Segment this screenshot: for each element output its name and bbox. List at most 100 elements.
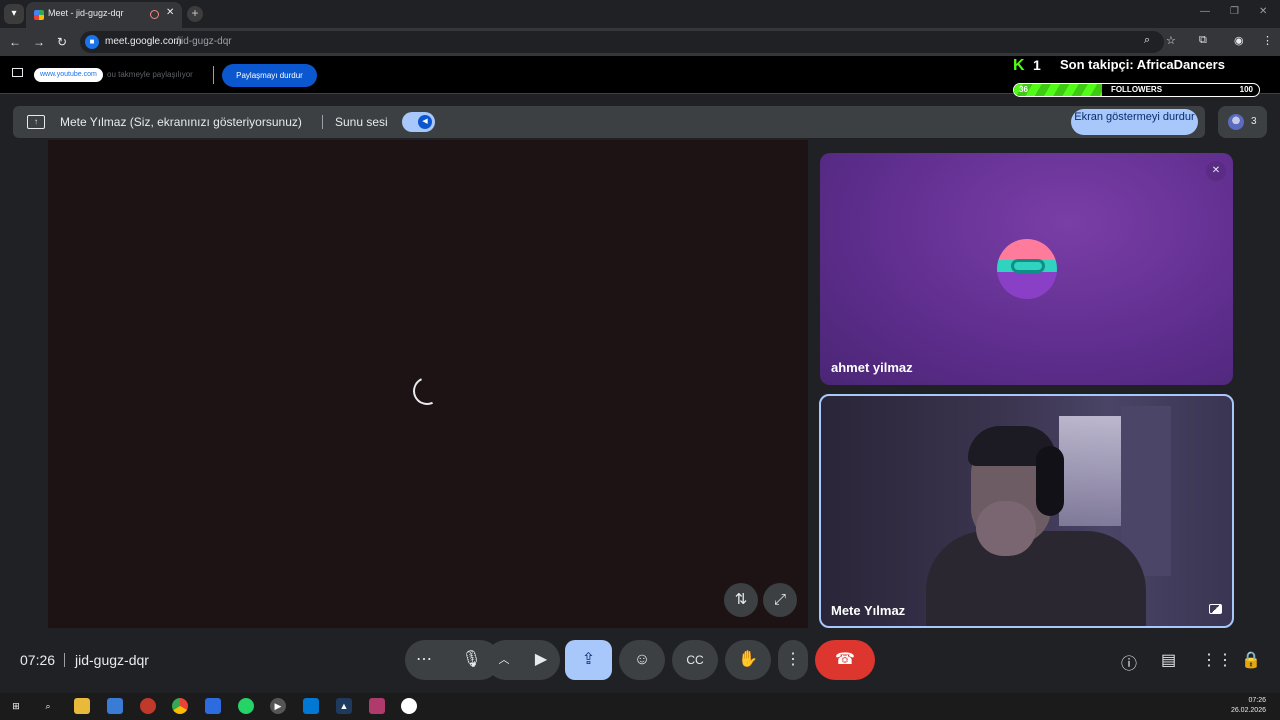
reload-icon[interactable]: ↻ <box>57 35 67 49</box>
divider <box>322 115 323 129</box>
meeting-info-icon[interactable]: ⓘ <box>1121 650 1137 674</box>
participant-count: 3 <box>1251 116 1257 127</box>
divider <box>213 66 214 84</box>
present-screen-icon: ⇪ <box>581 651 596 668</box>
app-icon[interactable] <box>369 698 385 714</box>
browser-tab-meet[interactable]: Meet - jid-gugz-dqr ✕ <box>26 2 182 28</box>
presentation-audio-toggle[interactable]: ◀ <box>402 112 435 132</box>
meet-favicon-icon <box>34 10 44 20</box>
fullscreen-icon[interactable]: ⤢ <box>763 583 797 617</box>
follower-count: 1 <box>1033 57 1041 73</box>
share-banner-text: ou takmeyle paylaşılıyor <box>107 70 193 79</box>
bookmark-star-icon[interactable]: ☆ <box>1166 34 1176 47</box>
reactions-button[interactable]: ☺ <box>619 640 665 680</box>
avatar <box>1228 114 1244 130</box>
camera-icon[interactable]: ■ <box>85 35 99 49</box>
video-control-group: ︿ ▶ <box>486 640 560 680</box>
extensions-icon[interactable]: ⧉ <box>1199 34 1207 47</box>
more-options-button[interactable]: ⋮ <box>778 640 808 680</box>
browser-tab-strip: ▾ Meet - jid-gugz-dqr ✕ + — ❐ ✕ <box>0 0 1280 28</box>
person-headset <box>1036 446 1064 516</box>
participant-name: ahmet yilmaz <box>831 360 913 375</box>
picture-in-picture-icon[interactable] <box>1209 604 1222 614</box>
meeting-clock: 07:26 <box>20 652 56 668</box>
chrome-icon[interactable] <box>172 698 188 714</box>
media-player-icon[interactable]: ▶ <box>270 698 286 714</box>
meeting-code: jid-gugz-dqr <box>75 652 149 668</box>
participant-tile-mete[interactable]: Mete Yılmaz <box>819 394 1234 628</box>
zoom-icon[interactable]: ⌕ <box>1144 34 1150 47</box>
follower-goal-target: 100 <box>1239 85 1253 94</box>
tab-search-icon[interactable]: ▾ <box>4 4 24 24</box>
search-icon[interactable]: ⌕ <box>40 698 56 714</box>
chevron-up-icon[interactable]: ︿ <box>486 640 522 680</box>
participant-tile-ahmet[interactable]: ✕ ahmet yilmaz <box>820 153 1233 385</box>
window-close-icon[interactable]: ✕ <box>1259 6 1267 17</box>
presentation-audio-label: Sunu sesi <box>335 115 388 129</box>
system-date: 26.02.2026 <box>1230 707 1266 714</box>
browser-menu-icon[interactable]: ⋮ <box>1262 34 1273 47</box>
stop-sharing-button[interactable]: Paylaşmayı durdur <box>222 64 317 87</box>
camera-icon[interactable]: ▶ <box>522 640 560 680</box>
person-body <box>926 531 1146 626</box>
more-vert-icon: ⋮ <box>785 651 801 668</box>
tab-title: Meet - jid-gugz-dqr <box>48 8 124 18</box>
host-controls-lock-icon[interactable]: 🔒 <box>1241 650 1261 670</box>
captions-icon: CC <box>686 653 704 667</box>
url-path: /jid-gugz-dqr <box>176 36 232 47</box>
present-screen-icon: ↑ <box>27 115 45 129</box>
shared-window-icon <box>12 68 23 77</box>
profile-avatar[interactable]: ◉ <box>1234 34 1244 47</box>
back-icon[interactable]: ← <box>9 35 21 49</box>
system-clock: 07:26 26.02.2026 <box>1231 696 1266 716</box>
latest-follower: Son takipçi: AfricaDancers <box>1060 57 1225 72</box>
windows-start-icon[interactable]: ⊞ <box>8 698 24 714</box>
phone-hangup-icon: ☎ <box>835 651 855 668</box>
follower-goal-bar: FOLLOWERS 36 100 <box>1013 83 1260 97</box>
whatsapp-icon[interactable] <box>238 698 254 714</box>
raise-hand-button[interactable]: ✋ <box>725 640 771 680</box>
follower-goal-current: 36 <box>1019 85 1028 94</box>
forward-icon[interactable]: → <box>33 35 45 49</box>
kick-logo-icon: K <box>1013 57 1025 74</box>
app-icon[interactable] <box>140 698 156 714</box>
app-icon[interactable]: ▲ <box>336 698 352 714</box>
present-now-button[interactable]: ⇪ <box>565 640 612 680</box>
participant-name: Mete Yılmaz <box>831 603 906 618</box>
avatar-glasses <box>1011 259 1045 273</box>
system-time: 07:26 <box>1248 697 1266 704</box>
activities-grid-icon[interactable]: ⋮⋮ <box>1201 650 1233 670</box>
emoji-icon: ☺ <box>633 651 651 668</box>
tab-close-icon[interactable]: ✕ <box>166 7 174 18</box>
leave-call-button[interactable]: ☎ <box>815 640 875 680</box>
avatar <box>997 239 1057 299</box>
control-panel-icon[interactable] <box>205 698 221 714</box>
vscode-icon[interactable] <box>303 698 319 714</box>
app-icon[interactable] <box>401 698 417 714</box>
loading-spinner-icon <box>409 373 445 409</box>
file-explorer-icon[interactable] <box>74 698 90 714</box>
stop-presenting-button[interactable]: Ekran göstermeyi durdur <box>1071 109 1198 135</box>
follower-goal-label: FOLLOWERS <box>1110 85 1163 94</box>
chat-icon[interactable]: ▤ <box>1161 650 1176 670</box>
url-host: meet.google.com <box>105 36 182 47</box>
minimize-icon[interactable]: — <box>1200 6 1210 17</box>
hand-icon: ✋ <box>738 651 758 668</box>
address-bar: ← → ↻ ■ meet.google.com /jid-gugz-dqr ⌕ … <box>0 28 1280 56</box>
presentation-stage: ⇅ ⤢ <box>48 140 808 628</box>
follower-overlay: K 1 Son takipçi: AfricaDancers FOLLOWERS… <box>1010 54 1272 100</box>
maximize-icon[interactable]: ❐ <box>1230 6 1239 17</box>
mic-off-icon: ✕ <box>1206 161 1226 181</box>
captions-button[interactable]: CC <box>672 640 718 680</box>
swap-icon[interactable]: ⇅ <box>724 583 758 617</box>
recording-indicator-icon <box>150 10 159 19</box>
participants-chip[interactable]: 3 <box>1218 106 1267 138</box>
camera-feed-person <box>926 426 1146 626</box>
new-tab-icon[interactable]: + <box>187 6 203 22</box>
more-audio-options-icon[interactable]: ⋯ <box>405 640 443 680</box>
taskbar: ⊞ ⌕ ▶ ▲ 07:26 26.02.2026 <box>0 693 1280 720</box>
url-input[interactable]: ■ meet.google.com /jid-gugz-dqr <box>80 31 1164 53</box>
speaker-icon: ◀ <box>418 115 432 129</box>
store-icon[interactable] <box>107 698 123 714</box>
presenter-label: Mete Yılmaz (Siz, ekranınızı gösteriyors… <box>60 115 302 129</box>
